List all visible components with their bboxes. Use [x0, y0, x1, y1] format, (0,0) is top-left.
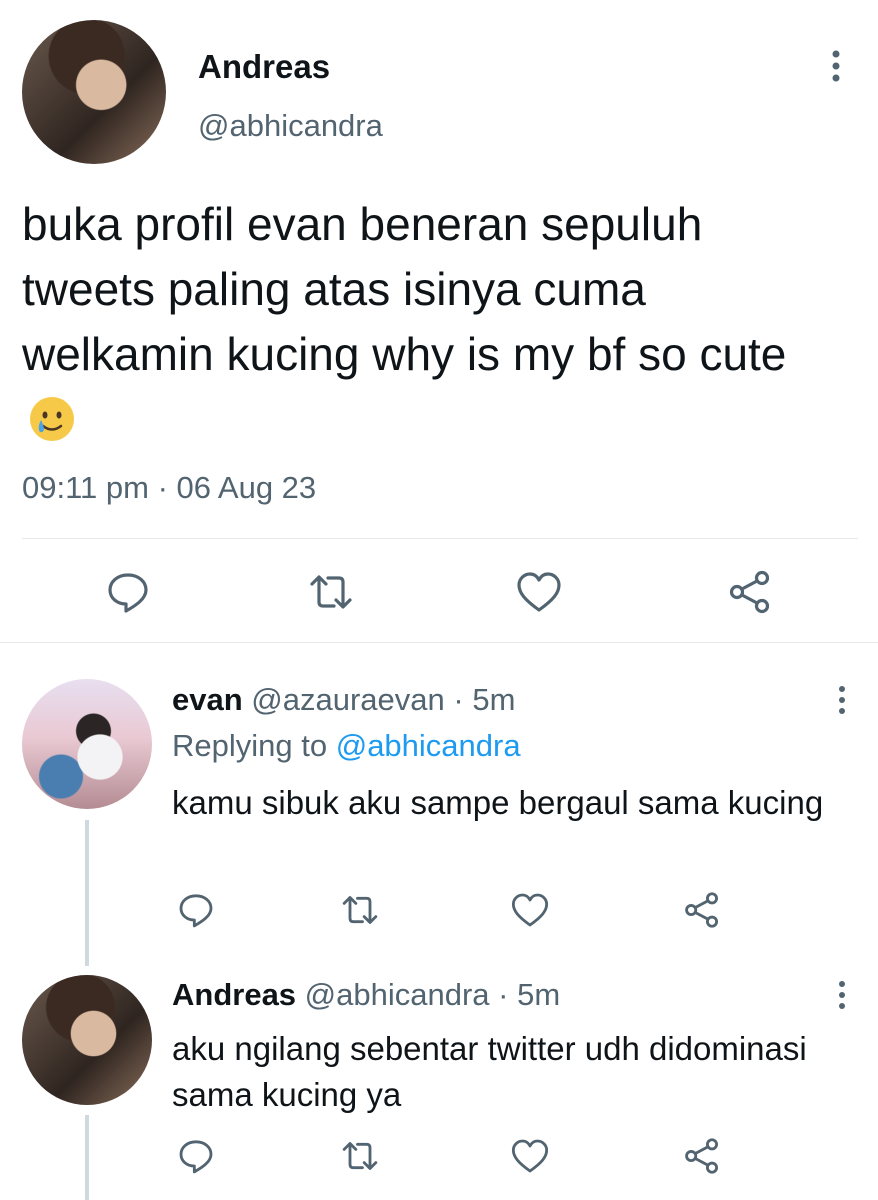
- more-vertical-icon[interactable]: [834, 979, 850, 1011]
- reply-author-handle[interactable]: @azauraevan: [251, 682, 444, 717]
- thread-line: [85, 1115, 89, 1200]
- share-icon[interactable]: [682, 890, 722, 930]
- section-divider: [0, 642, 878, 643]
- meta-divider: [22, 538, 858, 539]
- heart-icon[interactable]: [510, 890, 550, 930]
- author-avatar[interactable]: [22, 20, 166, 164]
- share-icon[interactable]: [726, 568, 774, 616]
- reply-time[interactable]: 5m: [517, 977, 560, 1012]
- smiling-tear-emoji-icon: [28, 395, 76, 443]
- replying-to-line: Replying to @abhicandra: [172, 728, 521, 764]
- reply-header: evan @azauraevan · 5m: [172, 682, 515, 718]
- meta-separator: ·: [157, 470, 168, 505]
- comment-icon[interactable]: [176, 1136, 216, 1176]
- reply-author-name[interactable]: evan: [172, 682, 243, 717]
- tweet-timestamp[interactable]: 09:11 pm · 06 Aug 23: [22, 470, 316, 506]
- thread-line: [85, 820, 89, 966]
- meta-separator: ·: [498, 977, 509, 1012]
- retweet-icon[interactable]: [307, 568, 355, 616]
- reply-author-handle[interactable]: @abhicandra: [305, 977, 490, 1012]
- more-vertical-icon[interactable]: [826, 48, 846, 84]
- reply-header: Andreas @abhicandra · 5m: [172, 977, 560, 1013]
- author-handle[interactable]: @abhicandra: [198, 108, 383, 144]
- replying-to-label: Replying to: [172, 728, 328, 763]
- reply-avatar-evan[interactable]: [22, 679, 152, 809]
- author-name[interactable]: Andreas: [198, 48, 330, 86]
- replying-to-mention[interactable]: @abhicandra: [336, 728, 521, 763]
- meta-separator: ·: [453, 682, 464, 717]
- reply-author-name[interactable]: Andreas: [172, 977, 296, 1012]
- retweet-icon[interactable]: [340, 1136, 380, 1176]
- share-icon[interactable]: [682, 1136, 722, 1176]
- comment-icon[interactable]: [104, 568, 152, 616]
- heart-icon[interactable]: [510, 1136, 550, 1176]
- comment-icon[interactable]: [176, 890, 216, 930]
- retweet-icon[interactable]: [340, 890, 380, 930]
- tweet-body: buka profil evan beneran sepuluh tweets …: [22, 198, 787, 380]
- tweet-date: 06 Aug 23: [176, 470, 317, 505]
- tweet-time: 09:11 pm: [22, 470, 149, 505]
- tweet-text: buka profil evan beneran sepuluh tweets …: [22, 192, 842, 452]
- reply-text: kamu sibuk aku sampe bergaul sama kucing: [172, 784, 824, 821]
- heart-icon[interactable]: [515, 568, 563, 616]
- more-vertical-icon[interactable]: [834, 684, 850, 716]
- reply-avatar-andreas[interactable]: [22, 975, 152, 1105]
- reply-text: aku ngilang sebentar twitter udh didomin…: [172, 1030, 807, 1113]
- reply-time[interactable]: 5m: [472, 682, 515, 717]
